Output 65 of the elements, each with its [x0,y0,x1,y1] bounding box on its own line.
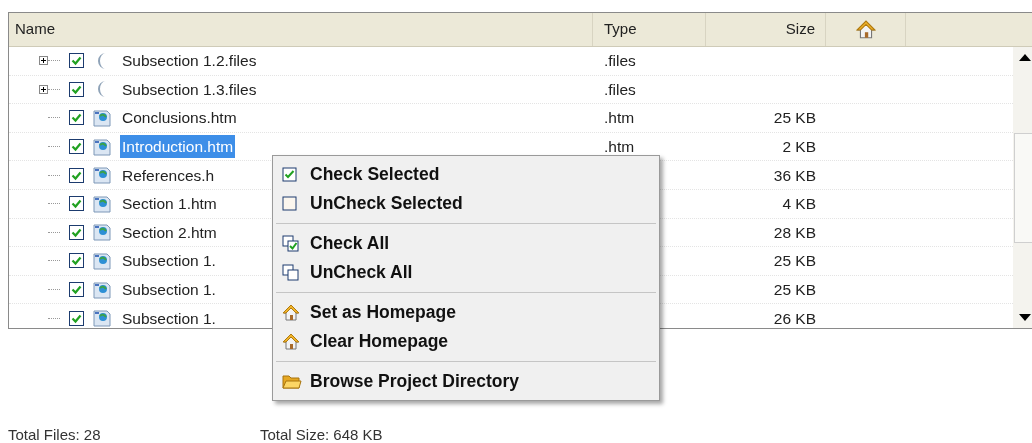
scrollbar[interactable] [1013,47,1032,328]
file-type: .htm [604,137,635,155]
total-size-label: Total Size: 648 KB [260,425,383,443]
stacked-boxes-icon [282,264,299,281]
column-header[interactable]: Name [9,13,593,46]
expand-toggle[interactable] [39,84,48,94]
web-page-icon [92,108,112,128]
file-name[interactable]: Subsection 1. [120,249,218,273]
checkbox[interactable] [69,139,84,155]
file-name[interactable]: Section 2.htm [120,220,219,244]
checkbox[interactable] [69,167,84,183]
web-page-icon [92,250,112,271]
checked-box-icon [282,167,297,182]
file-name[interactable]: Subsection 1. [120,306,218,328]
web-page-icon [92,222,112,243]
file-size: 25 KB [773,279,816,300]
checkbox[interactable] [69,253,84,269]
file-type: .files [604,52,636,70]
file-name[interactable]: Subsection 1.2.files [120,49,259,73]
scroll-down-icon[interactable] [1019,314,1031,322]
menu-item[interactable]: Clear Homepage [276,327,656,356]
empty-box-icon [282,196,297,211]
checkbox[interactable] [69,224,84,240]
checkbox[interactable] [69,196,84,212]
file-name[interactable]: Subsection 1.3.files [120,77,259,101]
file-type: .files [604,80,636,98]
checkbox[interactable] [69,81,84,97]
menu-item[interactable]: UnCheck Selected [276,189,656,218]
web-page-icon [92,279,112,300]
house-icon [282,332,300,351]
column-header[interactable]: Size [706,13,826,46]
checkbox[interactable] [69,53,84,69]
file-name[interactable]: Conclusions.htm [120,106,239,130]
house-icon [282,303,300,322]
web-page-icon [92,193,112,214]
checkbox[interactable] [69,110,84,126]
file-name[interactable]: Section 1.htm [120,192,219,216]
house-column-icon [855,19,876,40]
file-type: .htm [604,109,635,127]
stacked-checked-boxes-icon [282,235,299,252]
web-page-icon [92,165,112,186]
menu-item[interactable]: Check All [276,229,656,258]
file-size: 25 KB [773,251,816,272]
column-header[interactable]: Type [593,13,706,46]
file-size: 4 KB [782,194,816,215]
total-files-label: Total Files: 28 [8,425,102,443]
menu-item[interactable]: UnCheck All [276,258,656,287]
file-name[interactable]: References.h [120,163,217,187]
file-name[interactable]: Subsection 1. [120,277,218,302]
web-page-icon [92,308,112,328]
menu-item[interactable]: Check Selected [276,160,656,189]
file-size: 36 KB [773,165,816,186]
file-size: 2 KB [782,136,816,157]
web-page-icon [92,136,112,157]
checkbox[interactable] [69,282,84,298]
scroll-thumb[interactable] [1014,132,1032,243]
expand-toggle[interactable] [39,56,48,66]
file-size: 26 KB [773,308,816,328]
menu-item[interactable]: Set as Homepage [276,298,656,327]
file-size: 28 KB [773,222,816,243]
folder-icon [282,373,302,390]
file-size: 25 KB [773,108,816,129]
scroll-up-icon[interactable] [1019,53,1031,61]
checkbox[interactable] [69,310,84,326]
menu-item[interactable]: Browse Project Directory [276,367,656,396]
